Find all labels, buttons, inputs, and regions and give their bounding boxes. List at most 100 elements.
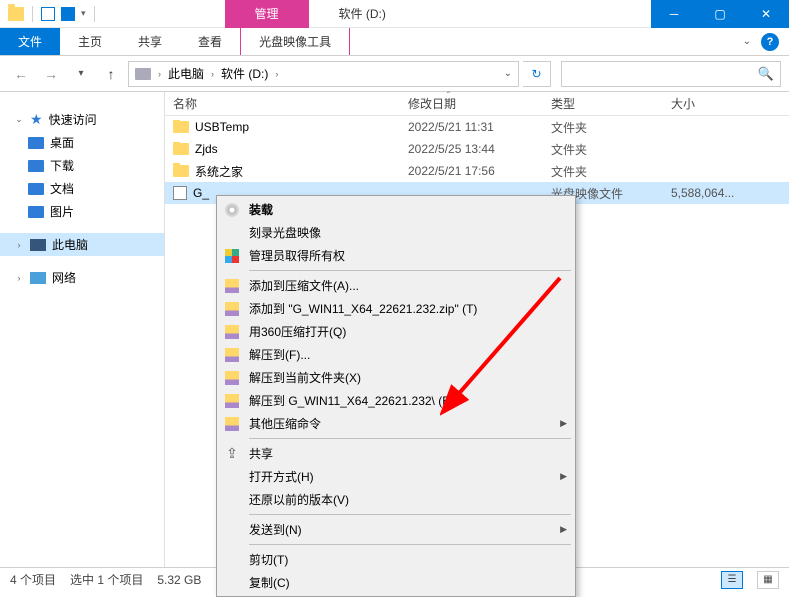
rows-container: USBTemp2022/5/21 11:31文件夹Zjds2022/5/25 1… — [165, 116, 789, 204]
context-menu-item[interactable]: 解压到 G_WIN11_X64_22621.232\ (E) — [219, 389, 573, 412]
cell-date: 2022/5/25 13:44 — [400, 142, 543, 156]
context-menu-separator — [249, 438, 571, 439]
chevron-right-icon[interactable]: › — [14, 273, 24, 283]
status-selection: 选中 1 个项目 — [70, 571, 143, 588]
context-menu-item[interactable]: 添加到压缩文件(A)... — [219, 274, 573, 297]
cell-name: 系统之家 — [165, 163, 400, 180]
breadcrumb-item[interactable]: 此电脑 — [168, 65, 204, 82]
context-menu-item[interactable]: 解压到当前文件夹(X) — [219, 366, 573, 389]
breadcrumb[interactable]: › 此电脑 › 软件 (D:) › ⌄ — [128, 61, 519, 87]
close-button[interactable]: ✕ — [743, 0, 789, 28]
breadcrumb-dropdown[interactable]: ⌄ — [504, 68, 512, 79]
qat-btn-1[interactable] — [41, 7, 55, 21]
blank-icon — [223, 574, 241, 592]
drive-icon — [135, 68, 151, 80]
sidebar-item-network[interactable]: › 网络 — [0, 266, 164, 289]
maximize-button[interactable]: ▢ — [697, 0, 743, 28]
cell-name: Zjds — [165, 142, 400, 156]
context-menu-item[interactable]: 打开方式(H)▶ — [219, 465, 573, 488]
window-controls: ─ ▢ ✕ — [651, 0, 789, 27]
status-item-count: 4 个项目 — [10, 571, 56, 588]
help-icon[interactable]: ? — [761, 33, 779, 51]
breadcrumb-item[interactable]: 软件 (D:) — [221, 65, 268, 82]
file-row[interactable]: Zjds2022/5/25 13:44文件夹 — [165, 138, 789, 160]
network-icon — [30, 272, 46, 284]
back-button[interactable]: ← — [8, 61, 34, 87]
recent-locations-button[interactable]: ▾ — [68, 61, 94, 87]
ribbon-tabs: 文件 主页 共享 查看 光盘映像工具 ⌄ ? — [0, 28, 789, 56]
refresh-button[interactable]: ↻ — [523, 61, 551, 87]
context-menu-item[interactable]: 管理员取得所有权 — [219, 244, 573, 267]
chevron-down-icon[interactable]: ▾ — [81, 8, 86, 19]
context-menu-label: 发送到(N) — [249, 521, 552, 538]
context-menu-label: 其他压缩命令 — [249, 415, 552, 432]
context-menu-item[interactable]: 用360压缩打开(Q) — [219, 320, 573, 343]
context-menu-item[interactable]: 其他压缩命令▶ — [219, 412, 573, 435]
search-box[interactable]: 🔍 — [561, 61, 781, 87]
folder-icon — [28, 137, 44, 149]
chevron-down-icon[interactable]: ⌄ — [14, 114, 24, 125]
minimize-button[interactable]: ─ — [651, 0, 697, 28]
blank-icon — [223, 468, 241, 486]
sidebar-item-this-pc[interactable]: › 此电脑 — [0, 233, 164, 256]
context-menu-item[interactable]: 添加到 "G_WIN11_X64_22621.232.zip" (T) — [219, 297, 573, 320]
cell-date: 2022/5/21 17:56 — [400, 164, 543, 178]
separator — [32, 6, 33, 22]
folder-icon — [173, 121, 189, 133]
file-name: USBTemp — [195, 120, 249, 134]
context-menu-item[interactable]: 剪切(T) — [219, 548, 573, 571]
context-menu-label: 复制(C) — [249, 574, 567, 591]
tab-share[interactable]: 共享 — [120, 28, 180, 55]
up-button[interactable]: ↑ — [98, 61, 124, 87]
pictures-icon — [28, 206, 44, 218]
download-icon — [28, 160, 44, 172]
file-row[interactable]: USBTemp2022/5/21 11:31文件夹 — [165, 116, 789, 138]
context-menu-label: 装载 — [249, 201, 567, 218]
context-menu-separator — [249, 514, 571, 515]
context-menu-label: 还原以前的版本(V) — [249, 491, 567, 508]
sidebar-label: 下载 — [50, 157, 74, 174]
context-menu-item[interactable]: 发送到(N)▶ — [219, 518, 573, 541]
context-menu-item[interactable]: 装载 — [219, 198, 573, 221]
nav-pane: ⌄ ★ 快速访问 桌面 下载 文档 图片 › 此电脑 › — [0, 92, 165, 568]
collapse-ribbon-button[interactable]: ⌄ — [743, 36, 751, 47]
view-details-button[interactable]: ☰ — [721, 571, 743, 589]
title-bar: ▾ 管理 软件 (D:) ─ ▢ ✕ — [0, 0, 789, 28]
context-menu-label: 打开方式(H) — [249, 468, 552, 485]
context-menu-item[interactable]: 还原以前的版本(V) — [219, 488, 573, 511]
column-label: 名称 — [173, 95, 197, 112]
sidebar-item-documents[interactable]: 文档 — [0, 177, 164, 200]
tab-disc-image-tools[interactable]: 光盘映像工具 — [240, 28, 350, 55]
chevron-right-icon[interactable]: › — [158, 69, 161, 79]
blank-icon — [223, 521, 241, 539]
view-icons-button[interactable]: ▦ — [757, 571, 779, 589]
cell-type: 文件夹 — [543, 141, 663, 158]
forward-button[interactable]: → — [38, 61, 64, 87]
file-tab[interactable]: 文件 — [0, 28, 60, 55]
status-size: 5.32 GB — [157, 573, 201, 587]
quick-access-toolbar: ▾ — [0, 0, 105, 27]
file-row[interactable]: 系统之家2022/5/21 17:56文件夹 — [165, 160, 789, 182]
archive-icon — [223, 277, 241, 295]
blank-icon — [223, 551, 241, 569]
sidebar-item-quick-access[interactable]: ⌄ ★ 快速访问 — [0, 108, 164, 131]
tab-home[interactable]: 主页 — [60, 28, 120, 55]
chevron-right-icon[interactable]: › — [14, 240, 24, 250]
chevron-right-icon[interactable]: › — [275, 69, 278, 79]
chevron-right-icon[interactable]: › — [211, 69, 214, 79]
column-type[interactable]: 类型 — [543, 95, 663, 112]
sidebar-item-pictures[interactable]: 图片 — [0, 200, 164, 223]
sidebar-item-desktop[interactable]: 桌面 — [0, 131, 164, 154]
context-menu-item[interactable]: 刻录光盘映像 — [219, 221, 573, 244]
column-name[interactable]: 名称 — [165, 95, 400, 112]
sidebar-item-downloads[interactable]: 下载 — [0, 154, 164, 177]
column-date[interactable]: 修改日期 — [400, 95, 543, 112]
sidebar-label: 快速访问 — [49, 111, 97, 128]
tab-view[interactable]: 查看 — [180, 28, 240, 55]
qat-btn-2[interactable] — [61, 7, 75, 21]
separator — [94, 6, 95, 22]
column-size[interactable]: 大小 — [663, 95, 789, 112]
context-menu-item[interactable]: 解压到(F)... — [219, 343, 573, 366]
sort-indicator-icon: ⌃ — [445, 90, 452, 99]
context-menu-item[interactable]: ⇪共享 — [219, 442, 573, 465]
